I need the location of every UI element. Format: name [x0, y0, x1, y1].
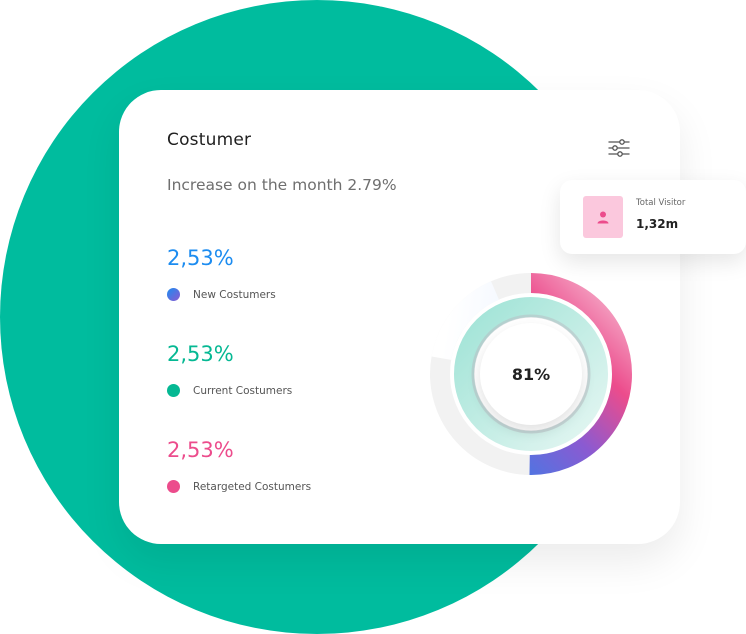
- visitor-value: 1,32m: [636, 217, 679, 231]
- sliders-icon: [608, 139, 630, 157]
- stat-value: 2,53%: [167, 438, 234, 462]
- card-subtitle: Increase on the month 2.79%: [167, 176, 397, 194]
- stat-label: New Costumers: [193, 288, 276, 301]
- stat-value: 2,53%: [167, 342, 234, 366]
- legend-dot: [167, 384, 180, 397]
- stat-value: 2,53%: [167, 246, 234, 270]
- card-title: Costumer: [167, 130, 252, 150]
- total-visitor-card: Total Visitor 1,32m: [560, 180, 746, 254]
- stat-label: Current Costumers: [193, 384, 293, 397]
- legend-dot: [167, 288, 180, 301]
- donut-chart: 81%: [430, 273, 632, 475]
- legend-item-new-customers: New Costumers: [167, 288, 276, 301]
- user-icon: [597, 211, 609, 224]
- stat-current-customers: 2,53% Current Costumers: [167, 342, 292, 397]
- filter-button[interactable]: [605, 134, 633, 162]
- donut-center-label: 81%: [480, 323, 582, 425]
- stat-new-customers: 2,53% New Costumers: [167, 246, 276, 301]
- visitor-label: Total Visitor: [636, 198, 686, 208]
- visitor-icon-box: [583, 196, 623, 238]
- stat-retargeted-customers: 2,53% Retargeted Costumers: [167, 438, 311, 493]
- legend-item-current-customers: Current Costumers: [167, 384, 292, 397]
- legend-dot: [167, 480, 180, 493]
- customer-card: Costumer Increase on the month 2.79% 2,5…: [119, 90, 680, 544]
- stat-label: Retargeted Costumers: [193, 480, 312, 493]
- legend-item-retargeted-customers: Retargeted Costumers: [167, 480, 311, 493]
